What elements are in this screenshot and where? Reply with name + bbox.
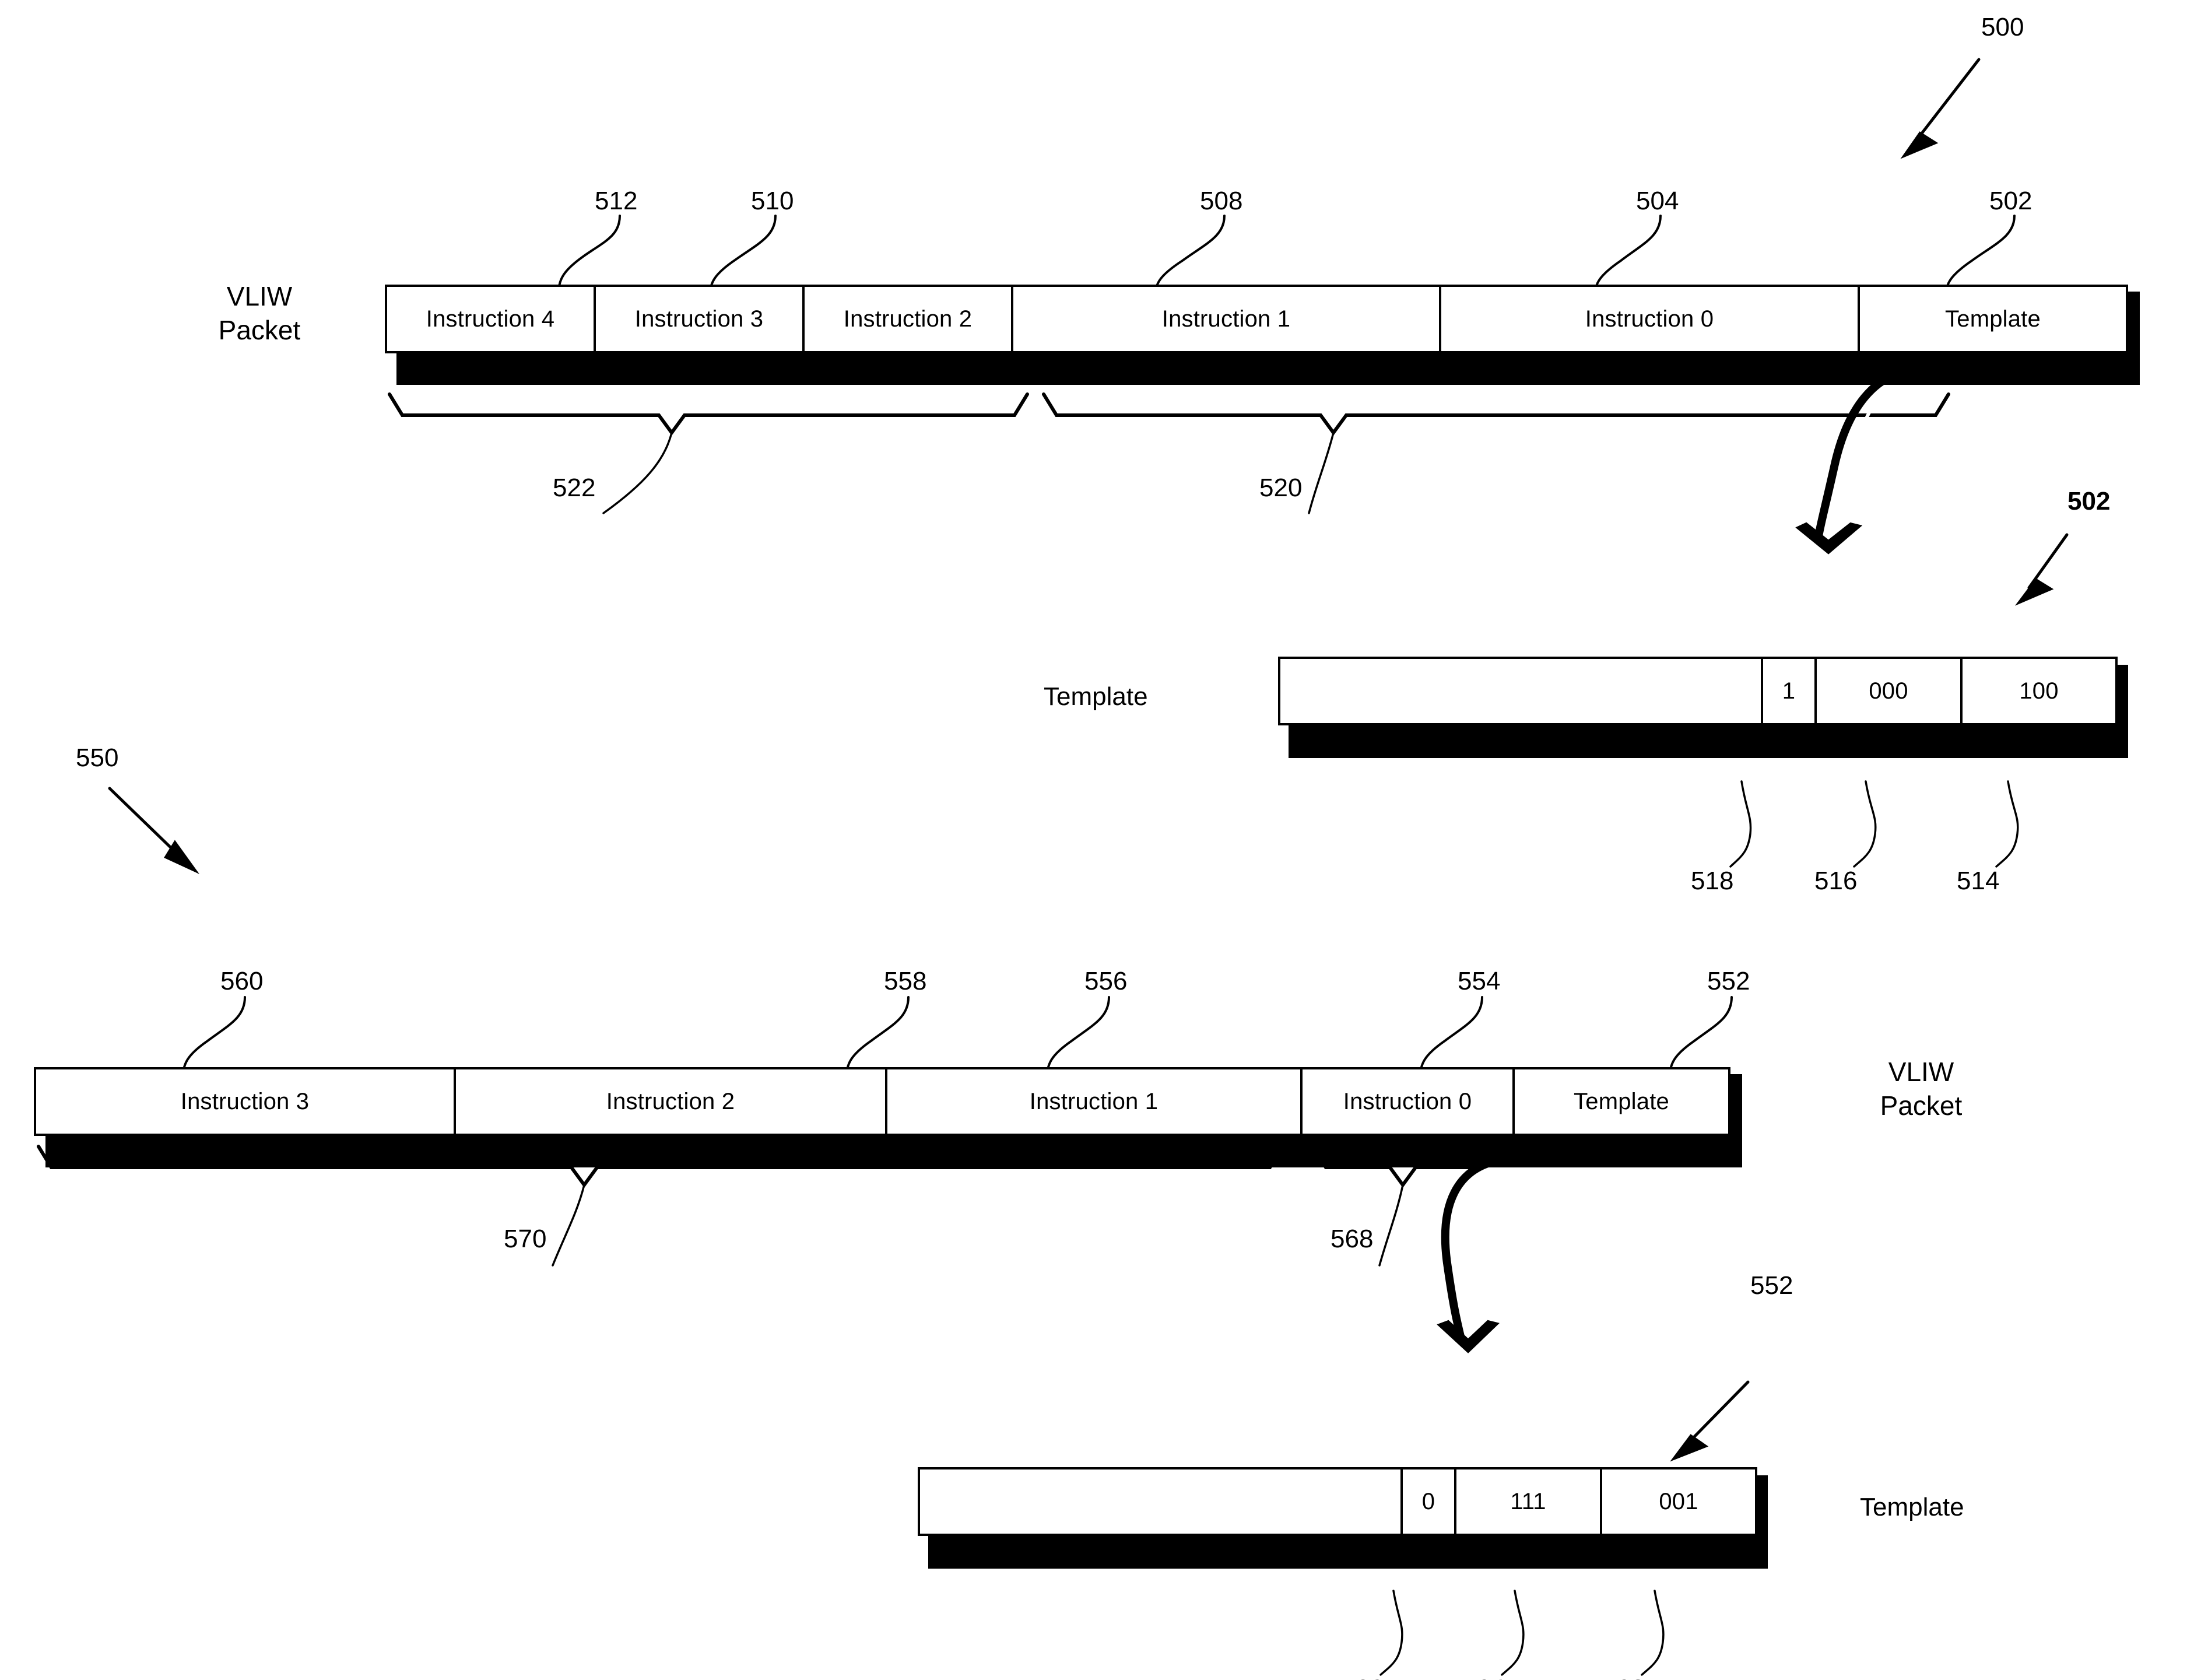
template-bottom-field-562[interactable]: 001 — [1602, 1469, 1755, 1534]
vliw-packet-bottom: Instruction 3 Instruction 2 Instruction … — [34, 1067, 1730, 1136]
ref-552-cell: 552 — [1707, 967, 1750, 995]
curved-arrow-552-outer — [1441, 1156, 1503, 1343]
packet-top-cell-instruction-0[interactable]: Instruction 0 — [1441, 287, 1860, 351]
ref-570: 570 — [504, 1225, 547, 1253]
leader-566 — [1379, 1590, 1403, 1676]
ref-502-cell: 502 — [1989, 187, 2032, 215]
template-detail-bottom: 0 111 001 — [918, 1467, 1757, 1536]
leader-552-cell — [1669, 996, 1733, 1079]
packet-top-cell-template[interactable]: Template — [1860, 287, 2126, 351]
arrow-550-shaft — [108, 787, 182, 859]
vliw-packet-top: Instruction 4 Instruction 3 Instruction … — [385, 285, 2128, 353]
leader-556 — [1046, 996, 1110, 1079]
ref-550-figure: 550 — [76, 743, 119, 772]
figure-line-art — [37, 58, 2069, 1676]
template-bottom-field-566[interactable]: 0 — [1403, 1469, 1456, 1534]
arrow-550-head — [164, 840, 200, 875]
curved-arrow-502-inner — [1838, 375, 1913, 539]
leader-564 — [1501, 1590, 1525, 1676]
ref-568: 568 — [1331, 1225, 1374, 1253]
template-bottom-field-unused — [920, 1469, 1403, 1534]
leader-504 — [1594, 215, 1662, 296]
arrow-500-head — [1900, 131, 1939, 159]
ref-522: 522 — [553, 474, 596, 502]
curved-arrow-502-head — [1795, 522, 1863, 555]
ref-514: 514 — [1957, 867, 2000, 895]
patent-figure: VLIW Packet Instruction 4 Instruction 3 … — [0, 0, 2187, 1680]
template-top-field-516[interactable]: 000 — [1817, 659, 1963, 723]
packet-top-cell-instruction-4[interactable]: Instruction 4 — [387, 287, 596, 351]
leader-510 — [709, 215, 777, 296]
leader-554 — [1419, 996, 1483, 1079]
curved-arrow-552-inner — [1458, 1168, 1496, 1338]
packet-top-cell-instruction-2[interactable]: Instruction 2 — [805, 287, 1013, 351]
packet-bottom-cell-template[interactable]: Template — [1515, 1069, 1728, 1134]
leader-516 — [1853, 780, 1877, 868]
leader-508 — [1154, 215, 1226, 296]
template-label-bottom: Template — [1860, 1493, 1964, 1521]
template-bottom-field-564[interactable]: 111 — [1456, 1469, 1602, 1534]
leader-568 — [1378, 1184, 1404, 1267]
arrow-502-head — [2014, 578, 2054, 606]
ref-502-detail: 502 — [2067, 487, 2111, 515]
ref-554: 554 — [1458, 967, 1501, 995]
vliw-packet-label-top: VLIW Packet — [218, 281, 301, 345]
ref-560: 560 — [220, 967, 264, 995]
template-top-field-unused — [1280, 659, 1763, 723]
leader-570 — [552, 1184, 585, 1267]
ref-564: 564 — [1462, 1675, 1505, 1680]
ref-508: 508 — [1200, 187, 1243, 215]
packet-bottom-cell-instruction-0[interactable]: Instruction 0 — [1303, 1069, 1515, 1134]
ref-566: 566 — [1341, 1675, 1384, 1680]
leader-518 — [1729, 780, 1752, 868]
ref-562: 562 — [1602, 1675, 1645, 1680]
leader-560 — [182, 996, 246, 1079]
ref-558: 558 — [884, 967, 927, 995]
ref-512: 512 — [595, 187, 638, 215]
packet-bottom-cell-instruction-1[interactable]: Instruction 1 — [887, 1069, 1303, 1134]
arrow-500-shaft — [1914, 58, 1981, 143]
packet-top-cell-instruction-1[interactable]: Instruction 1 — [1013, 287, 1441, 351]
ref-504: 504 — [1636, 187, 1679, 215]
curved-arrow-502-outer — [1814, 364, 1921, 543]
template-label-top: Template — [1044, 682, 1148, 711]
leader-512 — [557, 215, 621, 296]
template-detail-top: 1 000 100 — [1278, 657, 2118, 725]
leader-562 — [1641, 1590, 1665, 1676]
packet-bottom-cell-instruction-2[interactable]: Instruction 2 — [456, 1069, 887, 1134]
packet-top-cell-instruction-3[interactable]: Instruction 3 — [596, 287, 805, 351]
packet-bottom-cell-instruction-3[interactable]: Instruction 3 — [36, 1069, 456, 1134]
ref-500-figure: 500 — [1981, 13, 2024, 41]
arrow-552-shaft — [1685, 1380, 1750, 1446]
ref-518: 518 — [1691, 867, 1734, 895]
ref-556: 556 — [1084, 967, 1128, 995]
leader-558 — [845, 996, 910, 1079]
vliw-packet-label-bottom: VLIW Packet — [1880, 1057, 1963, 1121]
ref-552-detail: 552 — [1750, 1271, 1793, 1300]
brace-520 — [1042, 392, 1950, 436]
arrow-502-shaft — [2027, 533, 2069, 590]
ref-510: 510 — [751, 187, 794, 215]
template-top-field-514[interactable]: 100 — [1963, 659, 2115, 723]
arrow-552-head — [1670, 1434, 1709, 1462]
template-top-field-518[interactable]: 1 — [1763, 659, 1817, 723]
leader-514 — [1995, 780, 2019, 868]
ref-516: 516 — [1814, 867, 1858, 895]
leader-520 — [1308, 432, 1335, 514]
leader-502-cell — [1945, 215, 2016, 296]
ref-520: 520 — [1259, 474, 1303, 502]
brace-522 — [388, 392, 1029, 436]
curved-arrow-552-head — [1437, 1320, 1500, 1353]
leader-522 — [602, 432, 673, 514]
